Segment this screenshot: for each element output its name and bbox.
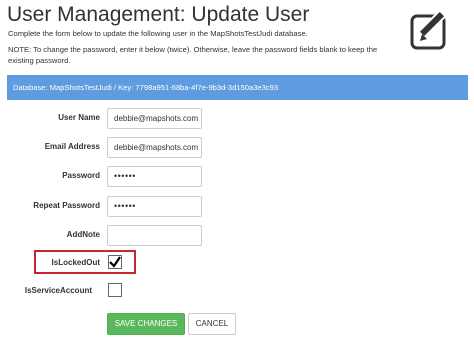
password-label: Password [62, 171, 100, 180]
username-input[interactable]: debbie@mapshots.com [107, 108, 202, 129]
email-input[interactable]: debbie@mapshots.com [107, 137, 202, 158]
edit-icon [410, 11, 447, 50]
page-title: User Management: Update User [7, 3, 310, 26]
repeat-password-label: Repeat Password [33, 201, 100, 210]
username-label: User Name [58, 113, 100, 122]
islockedout-checkbox[interactable] [108, 255, 122, 269]
repeat-password-input[interactable]: •••••• [107, 196, 202, 217]
addnote-label: AddNote [66, 230, 100, 239]
intro-text: Complete the form below to update the fo… [8, 29, 308, 38]
cancel-button[interactable]: CANCEL [188, 313, 236, 335]
islockedout-label: IsLockedOut [51, 258, 100, 267]
isserviceaccount-checkbox[interactable] [108, 283, 122, 297]
isserviceaccount-label: IsServiceAccount [24, 286, 92, 295]
password-note: NOTE: To change the password, enter it b… [8, 45, 378, 65]
addnote-input[interactable] [107, 225, 202, 246]
checkmark-icon [109, 256, 121, 268]
password-input[interactable]: •••••• [107, 166, 202, 187]
email-label: Email Address [44, 142, 100, 151]
save-changes-button[interactable]: SAVE CHANGES [107, 313, 185, 335]
database-banner: Database: MapShotsTestJudi / Key: 7798a9… [7, 75, 468, 100]
